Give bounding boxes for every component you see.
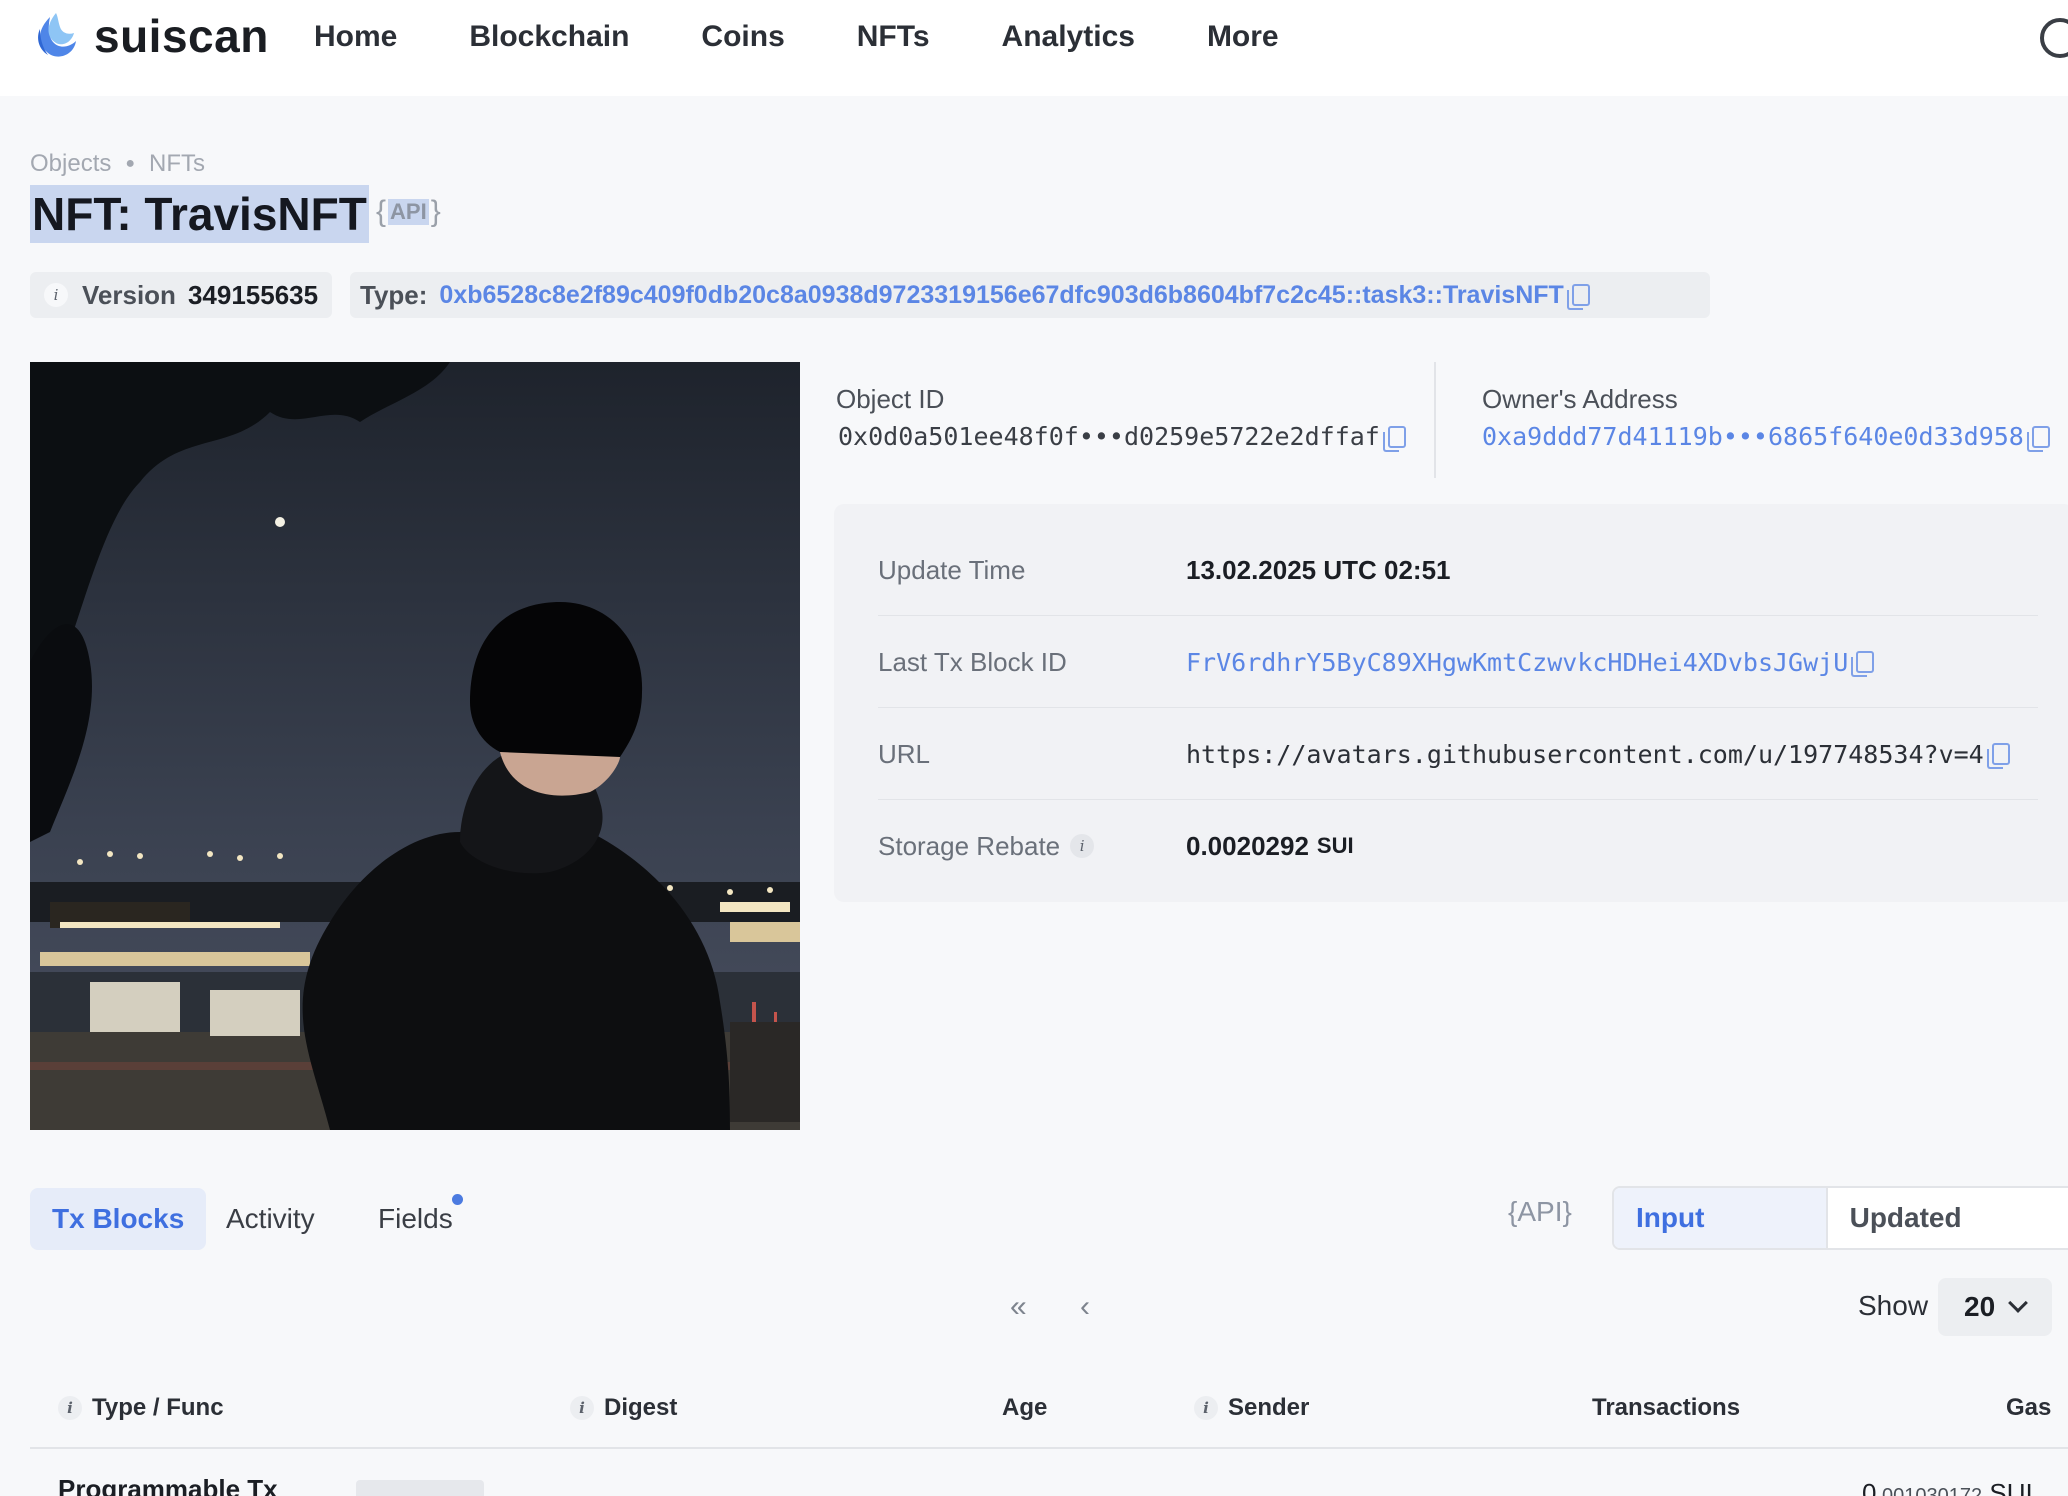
version-label: Version xyxy=(82,279,176,310)
object-id-text: 0x0d0a501ee48f0f•••d0259e5722e2dffaf xyxy=(838,422,1380,451)
chevron-down-icon xyxy=(2008,1293,2029,1313)
page-size-value: 20 xyxy=(1964,1291,1996,1322)
column-gas: Gas xyxy=(2006,1388,2051,1428)
brand-name: suiscan xyxy=(94,10,269,62)
column-label: Type / Func xyxy=(92,1394,224,1421)
api-label: API xyxy=(388,199,429,225)
gas-frac: .001030172 xyxy=(1876,1485,1983,1496)
storage-rebate-label: Storage Rebate i xyxy=(878,800,1095,892)
brace-close-icon: } xyxy=(430,195,441,228)
last-tx-label: Last Tx Block ID xyxy=(878,647,1067,677)
table-divider xyxy=(30,1447,2068,1449)
segment-input-objects[interactable]: Input Objects xyxy=(1614,1188,1828,1248)
brace-open-icon: { xyxy=(376,195,387,228)
objects-segmented-control: Input Objects Updated Objects xyxy=(1612,1186,2068,1250)
nav-blockchain[interactable]: Blockchain xyxy=(469,14,629,60)
api-link[interactable]: {API} xyxy=(1508,1196,1572,1228)
suiscan-logo-icon xyxy=(38,13,76,57)
search-icon[interactable] xyxy=(2040,18,2068,58)
update-time-label: Update Time xyxy=(878,555,1026,585)
type-label: Type: xyxy=(360,279,428,310)
row-type-func: Programmable Tx xyxy=(58,1474,278,1496)
column-label: Gas xyxy=(2006,1394,2052,1421)
prev-page-icon[interactable]: ‹ xyxy=(1080,1290,1090,1324)
nav-coins[interactable]: Coins xyxy=(701,14,784,60)
info-icon[interactable]: i xyxy=(1194,1396,1218,1420)
version-value: 349155635 xyxy=(187,279,319,310)
last-tx-link[interactable]: FrV6rdhrY5ByC89XHgwKmtCzwvkcHDHei4XDvbsJ… xyxy=(1186,648,1848,677)
column-type-func: i Type / Func xyxy=(58,1388,224,1428)
column-label: Sender xyxy=(1228,1394,1310,1421)
details-card: Update Time 13.02.2025 UTC 02:51 Last Tx… xyxy=(834,504,2068,902)
storage-rebate-amount: 0.0020292 xyxy=(1186,830,1309,861)
url-label: URL xyxy=(878,739,931,769)
column-digest: i Digest xyxy=(570,1388,677,1428)
show-label: Show xyxy=(1858,1290,1929,1321)
row-func-badge xyxy=(356,1480,484,1496)
url-value: https://avatars.githubusercontent.com/u/… xyxy=(1186,708,2010,800)
copy-icon[interactable] xyxy=(1382,425,1406,452)
owner-address-link[interactable]: 0xa9ddd77d41119b•••6865f640e0d33d958 xyxy=(1482,422,2024,451)
storage-rebate-text: Storage Rebate xyxy=(878,831,1061,861)
copy-icon[interactable] xyxy=(1986,743,2010,769)
info-icon[interactable]: i xyxy=(44,283,68,307)
divider xyxy=(1434,362,1436,478)
owner-address-label: Owner's Address xyxy=(1482,384,1678,414)
nav-more[interactable]: More xyxy=(1207,14,1279,60)
segment-updated-objects[interactable]: Updated Objects xyxy=(1828,1188,2068,1248)
detail-row-storage-rebate: Storage Rebate i 0.0020292 SUI xyxy=(878,800,2038,892)
copy-icon[interactable] xyxy=(1566,284,1590,310)
row-gas: 0.001030172 SUI xyxy=(1862,1478,2033,1496)
update-time-value: 13.02.2025 UTC 02:51 xyxy=(1186,554,1451,585)
breadcrumb-separator: ● xyxy=(125,155,136,172)
detail-row-url: URL https://avatars.githubusercontent.co… xyxy=(878,708,2038,800)
gas-unit: SUI xyxy=(1989,1478,2033,1496)
url-text: https://avatars.githubusercontent.com/u/… xyxy=(1186,739,1984,769)
column-label: Digest xyxy=(604,1394,678,1421)
gas-int: 0 xyxy=(1862,1478,1877,1496)
api-button[interactable]: { API } xyxy=(376,195,441,229)
version-pill: i Version 349155635 xyxy=(30,272,332,318)
page-title: NFT: TravisNFT xyxy=(30,185,369,243)
type-value-link[interactable]: 0xb6528c8e2f89c409f0db20c8a0938d97233191… xyxy=(439,281,1563,310)
info-icon[interactable]: i xyxy=(58,1396,82,1420)
owner-address-value: 0xa9ddd77d41119b•••6865f640e0d33d958 xyxy=(1482,422,2050,452)
breadcrumb-objects[interactable]: Objects xyxy=(30,150,111,178)
nft-photo-illustration xyxy=(30,362,800,1130)
nft-image xyxy=(30,362,800,1130)
notification-dot xyxy=(452,1194,463,1205)
type-pill: Type: 0xb6528c8e2f89c409f0db20c8a0938d97… xyxy=(350,272,1710,318)
object-id-label: Object ID xyxy=(836,384,945,414)
tab-activity[interactable]: Activity xyxy=(204,1188,337,1250)
first-page-icon[interactable]: « xyxy=(1010,1290,1027,1324)
column-label: Transactions xyxy=(1592,1394,1741,1421)
info-icon[interactable]: i xyxy=(570,1396,594,1420)
nav-home[interactable]: Home xyxy=(314,14,397,60)
copy-icon[interactable] xyxy=(2026,425,2050,452)
column-age: Age xyxy=(1002,1388,1047,1428)
tab-tx-blocks[interactable]: Tx Blocks xyxy=(30,1188,207,1250)
top-navigation-bar: suiscan Home Blockchain Coins NFTs Analy… xyxy=(0,0,2068,96)
column-sender: i Sender xyxy=(1194,1388,1309,1428)
storage-rebate-value: 0.0020292 SUI xyxy=(1186,800,1354,892)
column-label: Age xyxy=(1002,1394,1048,1421)
object-id-value: 0x0d0a501ee48f0f•••d0259e5722e2dffaf xyxy=(838,422,1406,452)
breadcrumb-nfts[interactable]: NFTs xyxy=(149,150,205,178)
detail-row-update-time: Update Time 13.02.2025 UTC 02:51 xyxy=(878,524,2038,616)
detail-row-last-tx: Last Tx Block ID FrV6rdhrY5ByC89XHgwKmtC… xyxy=(878,616,2038,708)
storage-rebate-unit: SUI xyxy=(1316,833,1354,858)
last-tx-value: FrV6rdhrY5ByC89XHgwKmtCzwvkcHDHei4XDvbsJ… xyxy=(1186,616,1875,708)
info-icon[interactable]: i xyxy=(1070,834,1095,858)
breadcrumb: Objects ● NFTs xyxy=(30,150,205,178)
nav-nfts[interactable]: NFTs xyxy=(857,14,930,60)
column-transactions: Transactions xyxy=(1592,1388,1740,1428)
main-nav: Home Blockchain Coins NFTs Analytics Mor… xyxy=(314,14,1351,60)
suiscan-logo[interactable]: suiscan xyxy=(30,6,269,66)
page-size-select[interactable]: 20 xyxy=(1938,1278,2052,1336)
copy-icon[interactable] xyxy=(1851,651,1875,677)
nav-analytics[interactable]: Analytics xyxy=(1002,14,1135,60)
